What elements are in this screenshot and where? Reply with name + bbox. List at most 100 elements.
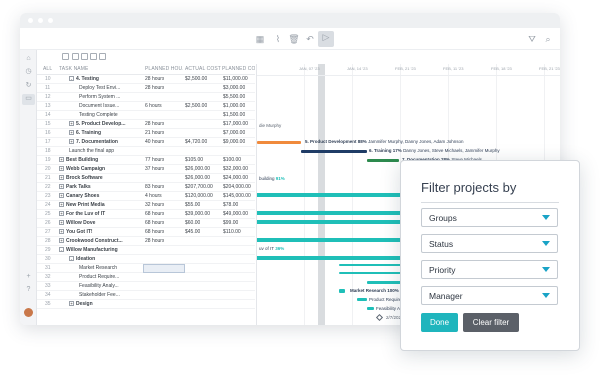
planned-hours-cell[interactable]: 83 hours [145, 184, 164, 191]
row-number[interactable]: 17 [45, 139, 51, 146]
task-name-cell[interactable]: + For the Luv of IT [59, 211, 145, 218]
table-row[interactable]: 26 + Willow Dove 68 hours $60.00 $99.00 [37, 219, 255, 228]
planned-hours-cell[interactable]: 77 hours [145, 157, 164, 164]
planned-hours-cell[interactable]: 28 hours [145, 85, 164, 92]
planned-hours-cell[interactable]: 40 hours [145, 139, 164, 146]
expand-icon[interactable]: + [69, 301, 74, 307]
task-name-cell[interactable]: + Brock Software [59, 175, 145, 182]
task-name-cell[interactable]: + Canary Shoes [59, 193, 145, 200]
table-row[interactable]: 15 +5. Product Develop... 28 hours $17,000.… [37, 120, 255, 129]
planned-cost-cell[interactable]: $3,000.00 [223, 85, 245, 92]
expand-icon[interactable]: + [59, 220, 64, 226]
window-dot[interactable] [48, 18, 53, 23]
planned-hours-cell[interactable]: 6 hours [145, 103, 162, 110]
planned-cost-cell[interactable]: $204,000.00 [223, 184, 251, 191]
table-row[interactable]: 34 Stakeholder Fee... [37, 291, 255, 300]
row-number[interactable]: 34 [45, 292, 51, 299]
refresh-icon[interactable]: ↻ [24, 81, 33, 90]
header-actual-cost[interactable]: ACTUAL COST [185, 66, 221, 72]
row-number[interactable]: 28 [45, 238, 51, 245]
route-icon[interactable]: ⌇ [272, 33, 284, 45]
table-row[interactable]: 18 Launch the final app [37, 147, 255, 156]
row-number[interactable]: 23 [45, 193, 51, 200]
task-name-cell[interactable]: +6. Training [69, 130, 145, 137]
row-number[interactable]: 24 [45, 202, 51, 209]
feasibility-bar[interactable] [367, 307, 374, 310]
trash-icon[interactable]: 🗑 [288, 33, 300, 45]
actual-cost-cell[interactable]: $105.00 [185, 157, 203, 164]
home-icon[interactable]: ⌂ [24, 54, 33, 63]
planned-hours-cell[interactable]: 28 hours [145, 76, 164, 83]
window-dot[interactable] [38, 18, 43, 23]
planned-cost-cell[interactable]: $11,000.00 [223, 76, 248, 83]
planned-cost-cell[interactable]: $5,500.00 [223, 94, 245, 101]
documentation-bar[interactable] [367, 159, 399, 162]
row-number[interactable]: 19 [45, 157, 51, 164]
task-name-cell[interactable]: Market Research [79, 265, 145, 272]
row-number[interactable]: 31 [45, 265, 51, 272]
table-row[interactable]: 21 + Brock Software $26,000.00 $24,000.00 [37, 174, 255, 183]
table-row[interactable]: 19 + Best Building 77 hours $105.00 $100.00 [37, 156, 255, 165]
task-name-cell[interactable]: Product Require... [79, 274, 145, 281]
table-row[interactable]: 23 + Canary Shoes 4 hours $120,000.00 $145,00… [37, 192, 255, 201]
row-number[interactable]: 15 [45, 121, 51, 128]
training-bar[interactable] [301, 150, 367, 153]
add-task-icon[interactable] [62, 53, 69, 60]
header-planned-hours[interactable]: PLANNED HOU... [145, 66, 183, 72]
filter-icon[interactable]: ⛛ [526, 33, 538, 45]
task-name-cell[interactable]: + You Got IT! [59, 229, 145, 236]
table-row[interactable]: 13 Document Issue... 6 hours $2,500.00 $1,00… [37, 102, 255, 111]
row-number[interactable]: 12 [45, 94, 51, 101]
outdent-icon[interactable] [99, 53, 106, 60]
manager-dropdown[interactable]: Manager [421, 286, 558, 305]
actual-cost-cell[interactable]: $55.00 [185, 202, 200, 209]
task-name-cell[interactable]: + Crookwood Construct... [59, 238, 145, 245]
collapse-icon[interactable]: - [69, 76, 74, 82]
table-row[interactable]: 33 Feasibility Analy... [37, 282, 255, 291]
actual-cost-cell[interactable]: $4,720.00 [185, 139, 207, 146]
status-dropdown[interactable]: Status [421, 234, 558, 253]
market-research-bar[interactable] [339, 289, 345, 293]
task-name-cell[interactable]: + Design [69, 301, 145, 308]
table-row[interactable]: 12 Perform System ... $5,500.00 [37, 93, 255, 102]
row-number[interactable]: 14 [45, 112, 51, 119]
done-button[interactable]: Done [421, 313, 458, 332]
table-row[interactable]: 31 Market Research [37, 264, 255, 273]
expand-icon[interactable]: + [59, 211, 64, 217]
planned-cost-cell[interactable]: $99.00 [223, 220, 238, 227]
actual-cost-cell[interactable]: $39,000.00 [185, 211, 210, 218]
table-row[interactable]: 25 + For the Luv of IT 68 hours $39,000.00 $4… [37, 210, 255, 219]
task-name-cell[interactable]: Launch the final app [69, 148, 145, 155]
row-number[interactable]: 27 [45, 229, 51, 236]
actual-cost-cell[interactable]: $2,500.00 [185, 103, 207, 110]
expand-icon[interactable]: + [59, 157, 64, 163]
planned-hours-cell[interactable]: 4 hours [145, 193, 162, 200]
task-name-cell[interactable]: Testing Complete [79, 112, 145, 119]
task-name-cell[interactable]: -4. Testing [69, 76, 145, 83]
task-name-cell[interactable]: - Ideation [69, 256, 145, 263]
expand-icon[interactable]: + [59, 202, 64, 208]
expand-icon[interactable]: + [69, 139, 74, 145]
planned-cost-cell[interactable]: $17,000.00 [223, 121, 248, 128]
planned-hours-cell[interactable]: 28 hours [145, 238, 164, 245]
table-row[interactable]: 10-4. Testing 28 hours $2,500.00 $11,000.00 [37, 75, 255, 84]
task-name-cell[interactable]: + Willow Dove [59, 220, 145, 227]
planned-cost-cell[interactable]: $49,000.00 [223, 211, 248, 218]
clock-icon[interactable]: ◷ [24, 67, 33, 76]
row-number[interactable]: 21 [45, 175, 51, 182]
expand-icon[interactable]: + [59, 238, 64, 244]
groups-dropdown[interactable]: Groups [421, 208, 558, 227]
table-row[interactable]: 24 + New Print Media 32 hours $55.00 $78.00 [37, 201, 255, 210]
row-number[interactable]: 29 [45, 247, 51, 254]
briefcase-icon[interactable]: ▭ [22, 94, 35, 105]
row-number[interactable]: 35 [45, 301, 51, 308]
expand-icon[interactable]: + [59, 184, 64, 190]
actual-cost-cell[interactable]: $120,000.00 [185, 193, 213, 200]
table-row[interactable]: 14 Testing Complete $1,500.00 [37, 111, 255, 120]
clear-filter-button[interactable]: Clear filter [463, 313, 519, 332]
run-icon[interactable]: ▷ [318, 31, 334, 47]
header-all[interactable]: ALL [43, 66, 52, 72]
planned-hours-cell[interactable]: 68 hours [145, 220, 164, 227]
row-number[interactable]: 13 [45, 103, 51, 110]
row-number[interactable]: 22 [45, 184, 51, 191]
